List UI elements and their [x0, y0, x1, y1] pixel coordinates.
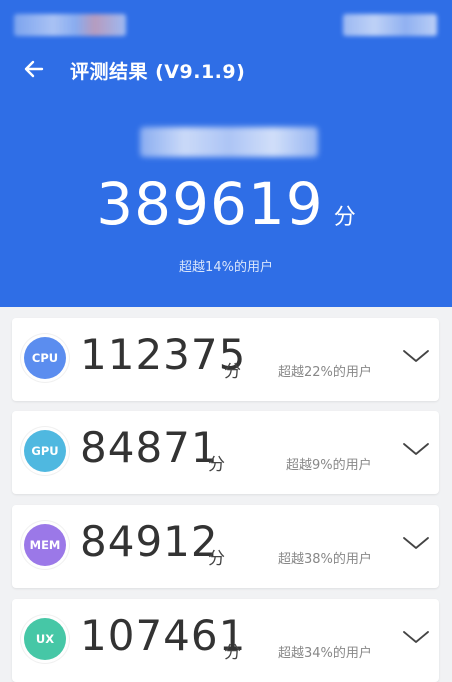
cpu-badge: CPU	[24, 337, 66, 379]
mem-unit: 分	[208, 549, 225, 569]
chevron-down-icon[interactable]	[402, 629, 430, 645]
page-title: 评测结果 (V9.1.9)	[70, 61, 246, 83]
gpu-percentile: 超越9%的用户	[286, 458, 372, 473]
mem-score: 84912	[80, 517, 219, 566]
chevron-down-icon[interactable]	[402, 348, 430, 364]
device-name-blurred	[140, 127, 318, 157]
mem-percentile: 超越38%的用户	[278, 552, 372, 567]
total-score: 389619 分	[0, 170, 452, 238]
ux-percentile: 超越34%的用户	[278, 646, 372, 661]
result-header: 评测结果 (V9.1.9) 389619 分 超越14%的用户	[0, 0, 452, 307]
total-score-value: 389619	[96, 170, 324, 238]
mem-badge: MEM	[24, 524, 66, 566]
ux-score-card[interactable]: UX 107461 分 超越34%的用户	[12, 599, 439, 682]
gpu-score: 84871	[80, 423, 219, 472]
cpu-score: 112375	[80, 330, 247, 379]
gpu-unit: 分	[208, 455, 225, 475]
ux-unit: 分	[224, 643, 241, 663]
status-bar-left-blurred	[14, 14, 126, 36]
chevron-down-icon[interactable]	[402, 535, 430, 551]
chevron-down-icon[interactable]	[402, 441, 430, 457]
arrow-left-icon	[24, 60, 44, 78]
cpu-score-card[interactable]: CPU 112375 分 超越22%的用户	[12, 318, 439, 401]
back-button[interactable]	[20, 55, 48, 83]
total-score-unit: 分	[333, 205, 356, 230]
mem-score-card[interactable]: MEM 84912 分 超越38%的用户	[12, 505, 439, 588]
ux-badge: UX	[24, 618, 66, 660]
status-bar-right-blurred	[343, 14, 437, 36]
ux-score: 107461	[80, 611, 247, 660]
cpu-unit: 分	[224, 362, 241, 382]
cpu-percentile: 超越22%的用户	[278, 365, 372, 380]
gpu-score-card[interactable]: GPU 84871 分 超越9%的用户	[12, 411, 439, 494]
total-percentile: 超越14%的用户	[179, 260, 273, 275]
gpu-badge: GPU	[24, 430, 66, 472]
